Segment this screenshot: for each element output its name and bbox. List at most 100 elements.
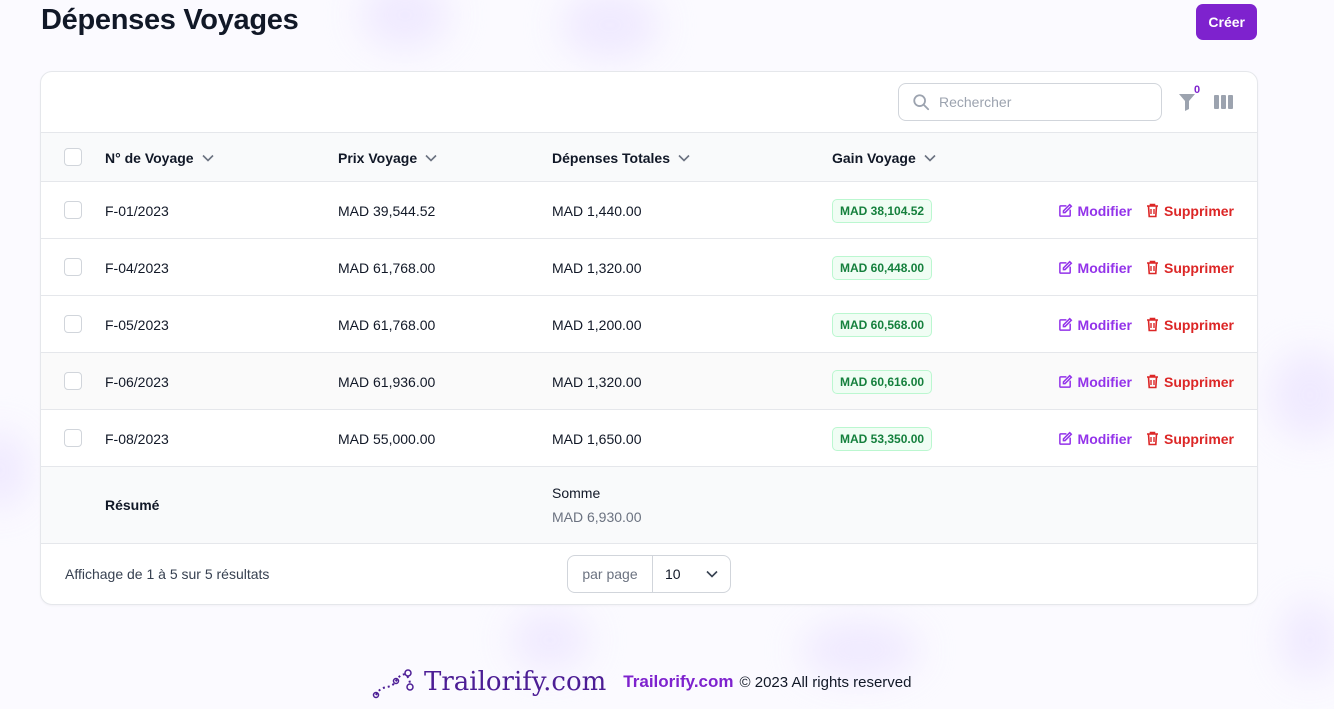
delete-button[interactable]: Supprimer xyxy=(1146,374,1234,390)
table-row: F-04/2023 MAD 61,768.00 MAD 1,320.00 MAD 60… xyxy=(41,239,1257,296)
edit-label: Modifier xyxy=(1077,373,1132,390)
summary-row: Résumé Somme MAD 6,930.00 xyxy=(41,467,1257,544)
row-actions: Modifier Supprimer xyxy=(1058,353,1234,410)
delete-button[interactable]: Supprimer xyxy=(1146,431,1234,447)
row-checkbox[interactable] xyxy=(64,315,82,333)
cell-prix: MAD 61,768.00 xyxy=(338,259,436,276)
sum-value: MAD 6,930.00 xyxy=(552,509,642,525)
trash-icon xyxy=(1146,203,1158,218)
delete-label: Supprimer xyxy=(1163,373,1234,390)
delete-label: Supprimer xyxy=(1163,430,1234,447)
trash-icon xyxy=(1146,317,1158,332)
cell-voyage: F-01/2023 xyxy=(105,202,169,219)
edit-button[interactable]: Modifier xyxy=(1058,260,1132,276)
trash-icon xyxy=(1146,374,1158,389)
cell-prix: MAD 39,544.52 xyxy=(338,202,436,219)
cell-gain: MAD 60,616.00 xyxy=(832,353,933,410)
logo-text: Trailorify.com xyxy=(424,667,607,697)
filter-count-badge: 0 xyxy=(1194,84,1201,96)
cell-voyage: F-08/2023 xyxy=(105,430,169,447)
delete-label: Supprimer xyxy=(1163,202,1234,219)
cell-gain: MAD 53,350.00 xyxy=(832,410,933,467)
results-count-text: Affichage de 1 à 5 sur 5 résultats xyxy=(65,566,270,582)
row-checkbox[interactable] xyxy=(64,372,82,390)
row-actions: Modifier Supprimer xyxy=(1058,296,1234,353)
edit-label: Modifier xyxy=(1077,430,1132,447)
edit-button[interactable]: Modifier xyxy=(1058,203,1132,219)
edit-label: Modifier xyxy=(1077,202,1132,219)
gain-badge: MAD 38,104.52 xyxy=(832,198,933,223)
pagination-bar: Affichage de 1 à 5 sur 5 résultats par p… xyxy=(41,544,1257,604)
background-blob xyxy=(0,430,30,510)
edit-icon xyxy=(1058,374,1072,388)
search-box[interactable] xyxy=(898,83,1162,121)
delete-button[interactable]: Supprimer xyxy=(1146,317,1234,333)
per-page-control[interactable]: par page 10 xyxy=(567,555,731,593)
cell-voyage: F-05/2023 xyxy=(105,316,169,333)
columns-toggle-button[interactable] xyxy=(1214,94,1233,115)
column-header-depenses[interactable]: Dépenses Totales xyxy=(552,133,690,182)
cell-voyage: F-06/2023 xyxy=(105,373,169,390)
filter-button[interactable]: 0 xyxy=(1178,84,1200,114)
edit-icon xyxy=(1058,431,1072,445)
sum-title: Somme xyxy=(552,485,601,501)
edit-icon xyxy=(1058,260,1072,274)
site-footer: Trailorify.com Trailorify.com © 2023 All… xyxy=(372,662,912,702)
chevron-down-icon xyxy=(678,154,690,162)
edit-icon xyxy=(1058,317,1072,331)
delete-button[interactable]: Supprimer xyxy=(1146,260,1234,276)
trailorify-logo xyxy=(372,669,414,699)
column-header-gain[interactable]: Gain Voyage xyxy=(832,133,936,182)
chevron-down-icon xyxy=(706,570,718,578)
cell-prix: MAD 61,936.00 xyxy=(338,373,436,390)
page-title: Dépenses Voyages xyxy=(41,4,299,36)
table-row: F-05/2023 MAD 61,768.00 MAD 1,200.00 MAD 60… xyxy=(41,296,1257,353)
edit-button[interactable]: Modifier xyxy=(1058,431,1132,447)
cell-depenses: MAD 1,320.00 xyxy=(552,373,642,390)
trash-icon xyxy=(1146,431,1158,446)
trash-icon xyxy=(1146,260,1158,275)
chevron-down-icon xyxy=(924,154,936,162)
table-row: F-08/2023 MAD 55,000.00 MAD 1,650.00 MAD 53… xyxy=(41,410,1257,467)
cell-prix: MAD 61,768.00 xyxy=(338,316,436,333)
cell-depenses: MAD 1,200.00 xyxy=(552,316,642,333)
select-all-checkbox[interactable] xyxy=(64,148,82,166)
create-button[interactable]: Créer xyxy=(1196,4,1257,40)
row-checkbox[interactable] xyxy=(64,429,82,447)
cell-voyage: F-04/2023 xyxy=(105,259,169,276)
edit-button[interactable]: Modifier xyxy=(1058,374,1132,390)
cell-depenses: MAD 1,650.00 xyxy=(552,430,642,447)
table-row: F-06/2023 MAD 61,936.00 MAD 1,320.00 MAD 60… xyxy=(41,353,1257,410)
cell-gain: MAD 60,448.00 xyxy=(832,239,933,296)
cell-gain: MAD 38,104.52 xyxy=(832,182,933,239)
column-header-voyage[interactable]: N° de Voyage xyxy=(105,133,214,182)
per-page-select[interactable]: 10 xyxy=(653,556,730,592)
column-header-label: Prix Voyage xyxy=(338,149,418,166)
edit-button[interactable]: Modifier xyxy=(1058,317,1132,333)
table-card: 0 N° de Voyage Prix Voyage Dépenses Tota… xyxy=(40,71,1258,605)
row-actions: Modifier Supprimer xyxy=(1058,182,1234,239)
table-row: F-01/2023 MAD 39,544.52 MAD 1,440.00 MAD 38… xyxy=(41,182,1257,239)
cell-gain: MAD 60,568.00 xyxy=(832,296,933,353)
delete-label: Supprimer xyxy=(1163,316,1234,333)
search-icon xyxy=(913,94,930,111)
edit-icon xyxy=(1058,203,1072,217)
chevron-down-icon xyxy=(425,154,437,162)
column-header-label: Dépenses Totales xyxy=(552,149,671,166)
table-toolbar: 0 xyxy=(41,72,1257,133)
background-blob xyxy=(1270,350,1334,440)
search-input[interactable] xyxy=(939,94,1139,110)
edit-label: Modifier xyxy=(1077,316,1132,333)
column-header-label: Gain Voyage xyxy=(832,149,916,166)
delete-button[interactable]: Supprimer xyxy=(1146,203,1234,219)
row-actions: Modifier Supprimer xyxy=(1058,410,1234,467)
background-blob xyxy=(1280,600,1334,680)
columns-icon xyxy=(1214,95,1233,109)
background-blob xyxy=(510,610,590,670)
row-checkbox[interactable] xyxy=(64,258,82,276)
edit-label: Modifier xyxy=(1077,259,1132,276)
brand-link[interactable]: Trailorify.com xyxy=(623,672,733,692)
row-checkbox[interactable] xyxy=(64,201,82,219)
column-header-prix[interactable]: Prix Voyage xyxy=(338,133,437,182)
cell-depenses: MAD 1,320.00 xyxy=(552,259,642,276)
